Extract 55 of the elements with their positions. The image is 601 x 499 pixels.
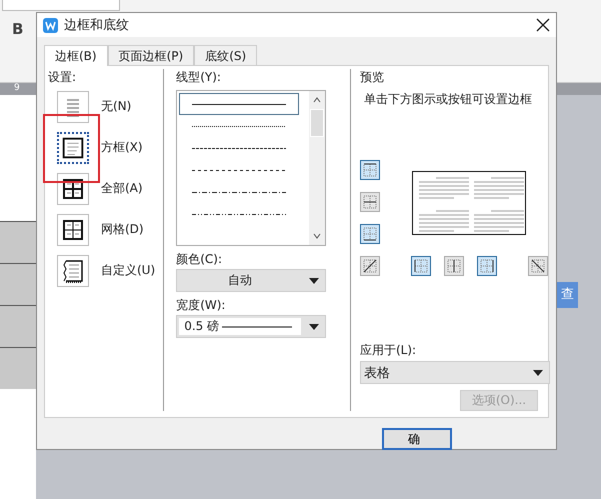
ruler-number: 9 [14, 83, 20, 93]
line-style-list[interactable] [176, 90, 326, 246]
app-icon [43, 18, 58, 32]
table-cell [0, 347, 36, 389]
setting-label[interactable]: 全部(A) [101, 180, 143, 197]
line-pattern-icon [192, 102, 286, 106]
border-toggle-button[interactable] [444, 256, 464, 276]
field-label: 颜色(C): [176, 252, 223, 267]
section-label: 线型(Y): [176, 69, 222, 86]
tab[interactable]: 边框(B) [44, 45, 108, 66]
section-label: 预览 [360, 69, 385, 86]
setting-label[interactable]: 方框(X) [101, 139, 143, 156]
hint-text: 单击下方图示或按钮可设置边框 [363, 91, 533, 108]
apply-to-dropdown[interactable]: 表格 [360, 361, 550, 384]
field-label: 应用于(L): [360, 343, 416, 357]
border-toggle-button[interactable] [528, 256, 548, 276]
setting-label[interactable]: 自定义(U) [101, 262, 156, 279]
ok-button[interactable]: 确 [382, 428, 452, 450]
color-dropdown[interactable]: 自动 [176, 269, 326, 292]
bold-button[interactable]: B [12, 20, 24, 38]
tab[interactable]: 页面边框(P) [108, 45, 194, 65]
border-setting-icon[interactable] [57, 254, 89, 286]
line-pattern-icon [192, 146, 286, 150]
scroll-thumb[interactable] [310, 109, 324, 137]
border-setting-icon[interactable] [57, 132, 89, 164]
line-sample-icon [222, 324, 292, 328]
dropdown-arrow-icon [533, 370, 543, 376]
scrollbar[interactable] [309, 91, 326, 245]
highlight-frame [43, 114, 100, 183]
line-pattern-icon [192, 190, 286, 194]
tab[interactable]: 底纹(S) [194, 45, 258, 65]
border-setting-icon[interactable] [57, 214, 89, 246]
border-toggle-button[interactable] [360, 192, 380, 212]
window-title: 边框和底纹 [64, 17, 130, 34]
table-cell [0, 221, 36, 263]
close-icon[interactable] [536, 18, 550, 32]
dropdown-arrow-icon [309, 324, 320, 330]
border-setting-icon[interactable] [57, 172, 89, 204]
table-cell [0, 305, 36, 347]
border-toggle-button[interactable] [360, 160, 380, 180]
border-toggle-button[interactable] [477, 256, 497, 276]
border-toggle-button[interactable] [360, 256, 380, 276]
section-label: 设置: [48, 69, 78, 86]
setting-label[interactable]: 网格(D) [101, 221, 144, 238]
border-toggle-button[interactable] [411, 256, 431, 276]
dropdown-arrow-icon [309, 278, 320, 284]
field-label: 宽度(W): [176, 298, 226, 313]
table-cell [0, 263, 36, 305]
setting-label[interactable]: 无(N) [101, 98, 132, 115]
line-pattern-icon [192, 168, 286, 172]
line-pattern-icon [192, 124, 286, 128]
line-pattern-icon [192, 212, 286, 216]
width-dropdown[interactable]: 0.5 磅 [176, 315, 326, 338]
line-style-option[interactable] [179, 93, 300, 115]
border-toggle-button[interactable] [360, 224, 380, 244]
